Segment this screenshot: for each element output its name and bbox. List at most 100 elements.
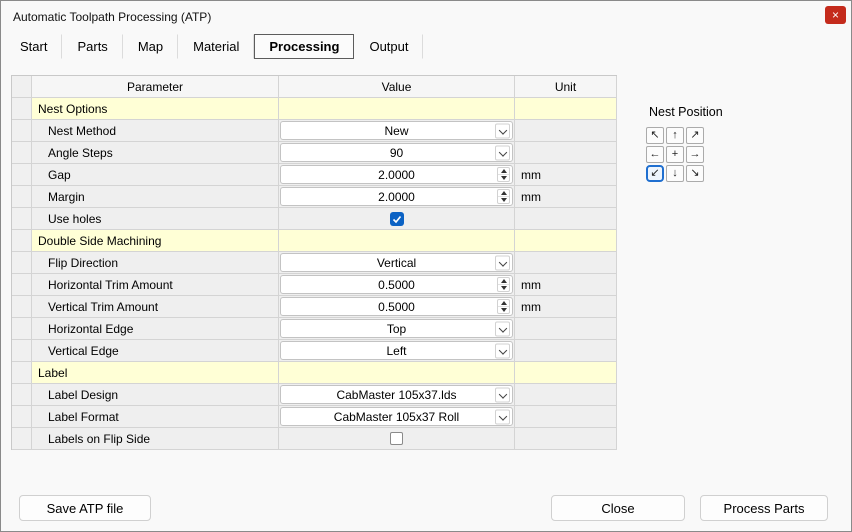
- unit-label: [515, 230, 617, 252]
- dropdown-value: CabMaster 105x37.lds: [336, 388, 456, 402]
- tab-map[interactable]: Map: [123, 34, 178, 59]
- spinner-value: 2.0000: [378, 168, 415, 182]
- parameter-label: Horizontal Trim Amount: [32, 274, 279, 296]
- label-format-dropdown[interactable]: CabMaster 105x37 Roll: [280, 407, 513, 426]
- nest-position-arrow-left-button[interactable]: ←: [646, 146, 664, 163]
- spinner-buttons: [497, 277, 510, 292]
- horizontal-trim-amount-spinner[interactable]: 0.5000: [280, 275, 513, 294]
- row-selector: [12, 318, 32, 340]
- labels-on-flip-side-checkbox[interactable]: [390, 432, 403, 445]
- spinner-value: 2.0000: [378, 190, 415, 204]
- unit-label: [515, 362, 617, 384]
- chevron-down-icon: [495, 255, 510, 270]
- nest-position-arrow-down-right-button[interactable]: ↘: [686, 165, 704, 182]
- row-selector: [12, 186, 32, 208]
- parameter-label: Label Design: [32, 384, 279, 406]
- dropdown-value: 90: [390, 146, 403, 160]
- window-title: Automatic Toolpath Processing (ATP): [13, 10, 211, 24]
- chevron-down-icon: [495, 123, 510, 138]
- label-design-dropdown[interactable]: CabMaster 105x37.lds: [280, 385, 513, 404]
- value-cell: 2.0000: [279, 186, 515, 208]
- row-selector: [12, 362, 32, 384]
- nest-position-arrow-up-right-button[interactable]: ↗: [686, 127, 704, 144]
- vertical-trim-amount-spinner[interactable]: 0.5000: [280, 297, 513, 316]
- row-selector: [12, 428, 32, 450]
- parameter-label: Labels on Flip Side: [32, 428, 279, 450]
- parameter-label: Margin: [32, 186, 279, 208]
- tab-parts[interactable]: Parts: [62, 34, 122, 59]
- unit-label: [515, 340, 617, 362]
- nest-position-arrow-down-left-button[interactable]: ↙: [646, 165, 664, 182]
- chevron-down-icon: [495, 387, 510, 402]
- value-cell: [279, 98, 515, 120]
- value-cell: Vertical: [279, 252, 515, 274]
- nest-position-center-button[interactable]: +: [666, 146, 684, 163]
- spinner-up-button[interactable]: [498, 168, 509, 175]
- tab-output[interactable]: Output: [354, 34, 423, 59]
- margin-spinner[interactable]: 2.0000: [280, 187, 513, 206]
- nest-position-arrow-down-button[interactable]: ↓: [666, 165, 684, 182]
- check-icon: [392, 214, 402, 224]
- column-header-unit: Unit: [515, 76, 617, 98]
- spinner-value: 0.5000: [378, 278, 415, 292]
- unit-label: [515, 208, 617, 230]
- spinner-up-button[interactable]: [498, 300, 509, 307]
- atp-dialog: Automatic Toolpath Processing (ATP) × St…: [0, 0, 852, 532]
- use-holes-checkbox[interactable]: [390, 212, 404, 226]
- angle-steps-dropdown[interactable]: 90: [280, 143, 513, 162]
- value-cell: Left: [279, 340, 515, 362]
- value-cell: [279, 428, 515, 450]
- row-selector: [12, 296, 32, 318]
- unit-label: [515, 406, 617, 428]
- value-cell: 0.5000: [279, 296, 515, 318]
- dropdown-value: New: [384, 124, 408, 138]
- column-header-parameter: Parameter: [32, 76, 279, 98]
- nest-method-dropdown[interactable]: New: [280, 121, 513, 140]
- spinner-buttons: [497, 299, 510, 314]
- dropdown-value: CabMaster 105x37 Roll: [334, 410, 459, 424]
- horizontal-edge-dropdown[interactable]: Top: [280, 319, 513, 338]
- chevron-down-icon: [495, 145, 510, 160]
- unit-label: [515, 428, 617, 450]
- gap-spinner[interactable]: 2.0000: [280, 165, 513, 184]
- row-selector: [12, 120, 32, 142]
- row-selector-header: [12, 76, 32, 98]
- row-selector: [12, 230, 32, 252]
- spinner-up-button[interactable]: [498, 190, 509, 197]
- parameter-label: Label Format: [32, 406, 279, 428]
- parameter-label: Gap: [32, 164, 279, 186]
- tab-start[interactable]: Start: [5, 34, 62, 59]
- nest-position-arrow-up-button[interactable]: ↑: [666, 127, 684, 144]
- chevron-down-icon: [495, 343, 510, 358]
- tab-material[interactable]: Material: [178, 34, 254, 59]
- chevron-down-icon: [495, 321, 510, 336]
- nest-position-arrow-up-left-button[interactable]: ↖: [646, 127, 664, 144]
- column-header-value: Value: [279, 76, 515, 98]
- spinner-down-button[interactable]: [498, 175, 509, 181]
- parameter-label: Horizontal Edge: [32, 318, 279, 340]
- close-window-button[interactable]: ×: [825, 6, 846, 24]
- spinner-down-button[interactable]: [498, 285, 509, 291]
- spinner-down-button[interactable]: [498, 197, 509, 203]
- spinner-down-button[interactable]: [498, 307, 509, 313]
- value-cell: New: [279, 120, 515, 142]
- tab-processing[interactable]: Processing: [254, 34, 354, 59]
- row-selector: [12, 142, 32, 164]
- spinner-up-button[interactable]: [498, 278, 509, 285]
- nest-position-arrow-right-button[interactable]: →: [686, 146, 704, 163]
- save-atp-file-button[interactable]: Save ATP file: [19, 495, 151, 521]
- unit-label: [515, 142, 617, 164]
- dropdown-value: Left: [386, 344, 406, 358]
- close-button[interactable]: Close: [551, 495, 685, 521]
- parameter-label: Use holes: [32, 208, 279, 230]
- vertical-edge-dropdown[interactable]: Left: [280, 341, 513, 360]
- flip-direction-dropdown[interactable]: Vertical: [280, 253, 513, 272]
- row-selector: [12, 252, 32, 274]
- process-parts-button[interactable]: Process Parts: [700, 495, 828, 521]
- value-cell: CabMaster 105x37.lds: [279, 384, 515, 406]
- unit-label: [515, 318, 617, 340]
- parameter-label: Vertical Edge: [32, 340, 279, 362]
- unit-label: mm: [515, 274, 617, 296]
- parameter-label: Flip Direction: [32, 252, 279, 274]
- parameter-label: Double Side Machining: [32, 230, 279, 252]
